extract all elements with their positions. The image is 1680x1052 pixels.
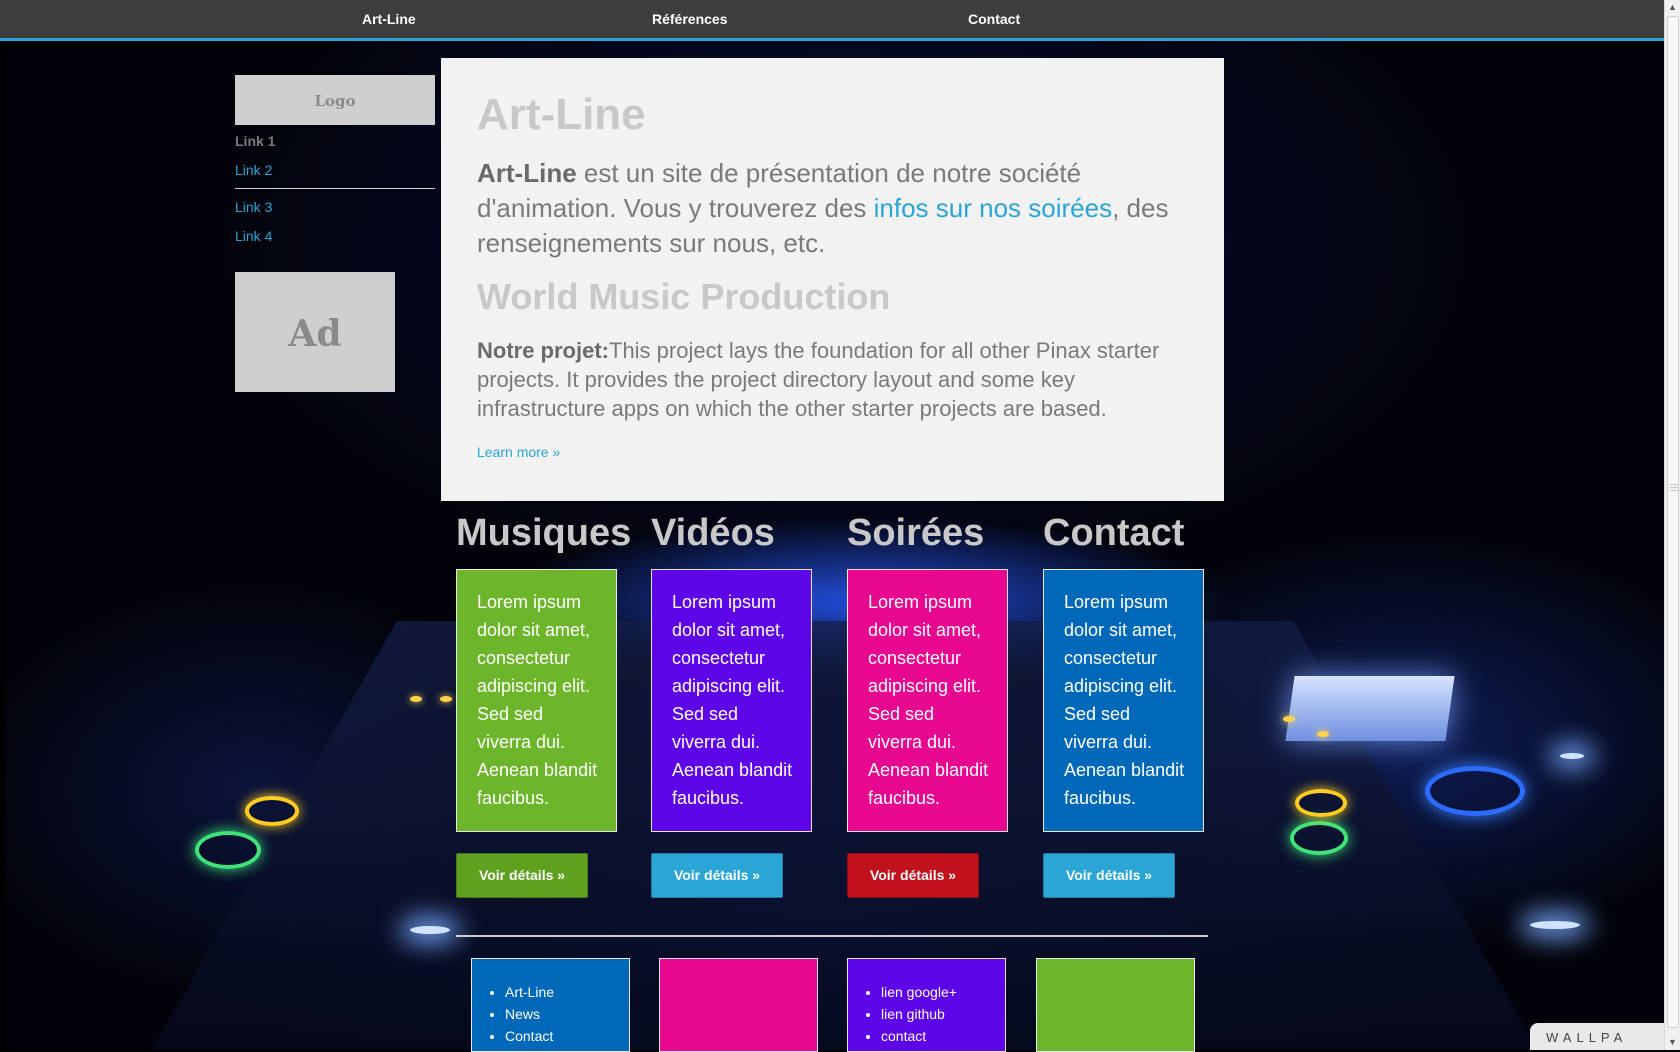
column-title-musiques: Musiques bbox=[456, 512, 632, 554]
footer-link-art-line[interactable]: Art-Line bbox=[505, 981, 629, 1003]
logo-placeholder[interactable]: Logo bbox=[235, 75, 435, 125]
hero-title: Art-Line bbox=[477, 90, 646, 139]
voir-details-button-videos[interactable]: Voir détails » bbox=[651, 853, 783, 898]
footer-box-social-links: lien google+ lien github contact bbox=[847, 958, 1006, 1052]
footer-link-contact[interactable]: Contact bbox=[505, 1025, 629, 1047]
project-description: Notre projet:This project lays the found… bbox=[477, 336, 1192, 423]
page-scrollbar[interactable]: ▲ — — — ▼ bbox=[1664, 0, 1680, 1050]
sidebar-divider bbox=[235, 188, 435, 189]
footer-box-green bbox=[1036, 958, 1195, 1052]
column-title-contact: Contact bbox=[1043, 512, 1185, 554]
wallpaper-watermark: WALLPA bbox=[1530, 1023, 1680, 1050]
sidebar-link-1[interactable]: Link 1 bbox=[235, 133, 275, 149]
sidebar-link-4[interactable]: Link 4 bbox=[235, 228, 272, 244]
project-label: Notre projet: bbox=[477, 338, 609, 363]
deck-led bbox=[1283, 716, 1295, 722]
top-navbar: Art-Line Références Contact bbox=[0, 0, 1665, 41]
footer-link-news[interactable]: News bbox=[505, 1003, 629, 1025]
deck-ring-light bbox=[1290, 821, 1348, 855]
voir-details-button-soirees[interactable]: Voir détails » bbox=[847, 853, 979, 898]
footer-box-site-links: Art-Line News Contact bbox=[471, 958, 630, 1052]
deck-ring-light bbox=[195, 831, 261, 869]
voir-details-button-musiques[interactable]: Voir détails » bbox=[456, 853, 588, 898]
deck-led bbox=[440, 696, 452, 702]
scroll-down-arrow-icon[interactable]: ▼ bbox=[1665, 1035, 1680, 1050]
footer-box-pink bbox=[659, 958, 818, 1052]
footer-link-github[interactable]: lien github bbox=[881, 1003, 1005, 1025]
voir-details-button-contact[interactable]: Voir détails » bbox=[1043, 853, 1175, 898]
column-box-soirees: Lorem ipsum dolor sit amet, consectetur … bbox=[847, 569, 1008, 832]
footer-link-google-plus[interactable]: lien google+ bbox=[881, 981, 1005, 1003]
deck-ring-light bbox=[1425, 766, 1525, 816]
soirees-info-link[interactable]: infos sur nos soirées bbox=[874, 193, 1112, 223]
column-title-soirees: Soirées bbox=[847, 512, 985, 554]
ad-placeholder: Ad bbox=[235, 272, 395, 392]
sidebar-link-2[interactable]: Link 2 bbox=[235, 162, 272, 178]
deck-glow-light bbox=[1530, 921, 1580, 929]
scrollbar-grip-icon: — — — bbox=[1670, 480, 1678, 495]
column-title-videos: Vidéos bbox=[651, 512, 775, 554]
learn-more-link[interactable]: Learn more » bbox=[477, 444, 560, 460]
deck-ring-light bbox=[245, 796, 299, 826]
hero-lead-brand: Art-Line bbox=[477, 158, 577, 188]
deck-glow-light bbox=[410, 926, 450, 934]
section-divider bbox=[456, 935, 1208, 937]
footer-link-contact-2[interactable]: contact bbox=[881, 1025, 1005, 1047]
scroll-up-arrow-icon[interactable]: ▲ bbox=[1665, 0, 1680, 15]
nav-references[interactable]: Références bbox=[652, 11, 728, 27]
nav-contact[interactable]: Contact bbox=[968, 11, 1020, 27]
nav-art-line[interactable]: Art-Line bbox=[362, 11, 416, 27]
column-box-musiques: Lorem ipsum dolor sit amet, consectetur … bbox=[456, 569, 617, 832]
hero-lead: Art-Line est un site de présentation de … bbox=[477, 156, 1177, 261]
deck-screen bbox=[1285, 676, 1455, 741]
deck-led bbox=[410, 696, 422, 702]
hero-unit: Art-Line Art-Line est un site de présent… bbox=[441, 58, 1224, 501]
column-box-contact: Lorem ipsum dolor sit amet, consectetur … bbox=[1043, 569, 1204, 832]
sidebar-link-3[interactable]: Link 3 bbox=[235, 199, 272, 215]
deck-ring-light bbox=[1295, 789, 1347, 817]
scrollbar-thumb[interactable]: — — — bbox=[1667, 16, 1679, 1028]
deck-glow-light bbox=[1560, 753, 1584, 759]
column-box-videos: Lorem ipsum dolor sit amet, consectetur … bbox=[651, 569, 812, 832]
hero-subtitle: World Music Production bbox=[477, 276, 891, 317]
deck-led bbox=[1317, 731, 1329, 737]
